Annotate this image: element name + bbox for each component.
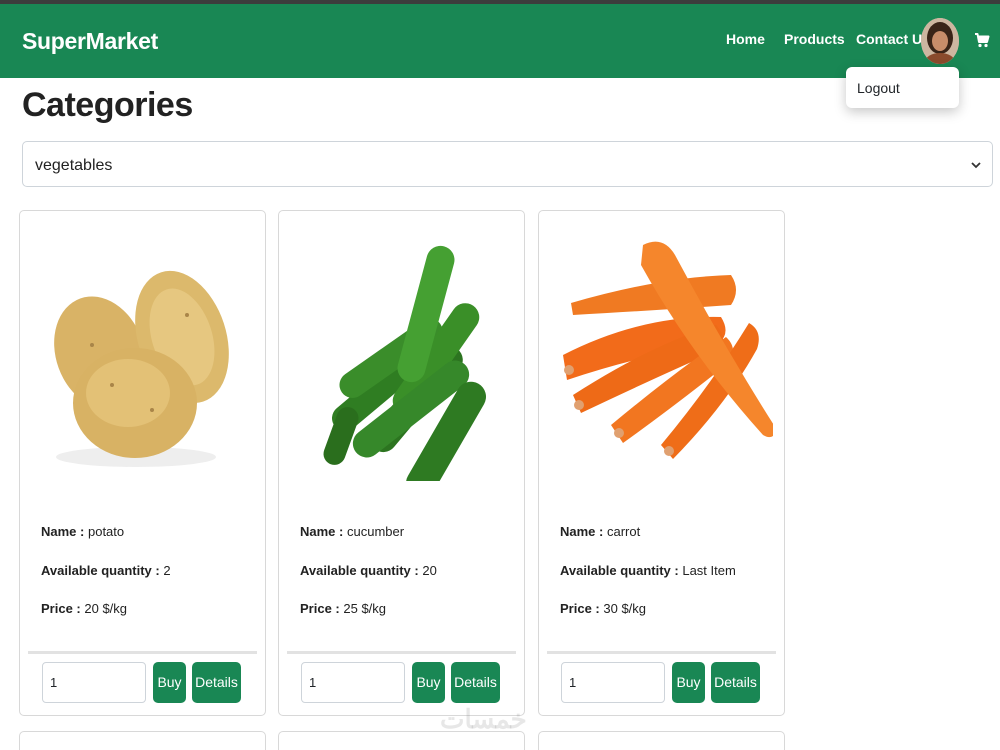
quantity-input[interactable] [301, 662, 405, 703]
product-quantity-value: 20 [422, 563, 437, 578]
card-divider [547, 651, 776, 654]
product-price-value: 25 $/kg [343, 601, 387, 616]
cart-icon[interactable] [974, 32, 990, 48]
product-quantity-value: Last Item [682, 563, 736, 578]
details-button[interactable]: Details [711, 662, 760, 703]
product-price-field: Price : 25 $/kg [300, 601, 387, 616]
product-card-cucumber: Name : cucumber Available quantity : 20 … [278, 210, 525, 716]
product-name-value: potato [87, 524, 125, 539]
category-select[interactable]: vegetables [22, 141, 993, 187]
product-quantity-value: 2 [163, 563, 171, 578]
cucumber-image [323, 245, 486, 481]
watermark: خمسات [440, 704, 527, 734]
user-dropdown-menu: Logout [846, 67, 959, 108]
product-name-field: Name : cucumber [300, 524, 405, 539]
logout-menu-item[interactable]: Logout [857, 80, 900, 96]
carrot-image [563, 241, 773, 459]
details-button[interactable]: Details [192, 662, 241, 703]
product-name-field: Name : potato [41, 524, 125, 539]
product-name-field: Name : carrot [560, 524, 641, 539]
product-card-partial [19, 731, 266, 750]
product-price-value: 20 $/kg [84, 601, 128, 616]
product-price-field: Price : 30 $/kg [560, 601, 647, 616]
potato-image [54, 270, 229, 467]
nav-home-link[interactable]: Home [726, 31, 765, 47]
details-button[interactable]: Details [451, 662, 500, 703]
buy-button[interactable]: Buy [672, 662, 705, 703]
product-price-field: Price : 20 $/kg [41, 601, 128, 616]
product-card-carrot: Name : carrot Available quantity : Last … [538, 210, 785, 716]
nav-contact-link[interactable]: Contact Us [856, 31, 930, 47]
card-divider [28, 651, 257, 654]
product-name-value: carrot [606, 524, 641, 539]
quantity-input[interactable] [42, 662, 146, 703]
brand-logo[interactable]: SuperMarket [22, 28, 158, 55]
product-price-value: 30 $/kg [603, 601, 647, 616]
product-quantity-field: Available quantity : Last Item [560, 563, 736, 578]
chevron-down-icon [971, 162, 981, 169]
product-card-partial [538, 731, 785, 750]
product-card-potato: Name : potato Available quantity : 2 Pri… [19, 210, 266, 716]
page-title: Categories [22, 86, 193, 124]
quantity-input[interactable] [561, 662, 665, 703]
category-select-value: vegetables [35, 157, 113, 174]
user-avatar[interactable] [921, 18, 959, 64]
nav-products-link[interactable]: Products [784, 31, 845, 47]
buy-button[interactable]: Buy [153, 662, 186, 703]
product-quantity-field: Available quantity : 20 [300, 563, 437, 578]
buy-button[interactable]: Buy [412, 662, 445, 703]
product-name-value: cucumber [346, 524, 405, 539]
product-quantity-field: Available quantity : 2 [41, 563, 171, 578]
card-divider [287, 651, 516, 654]
